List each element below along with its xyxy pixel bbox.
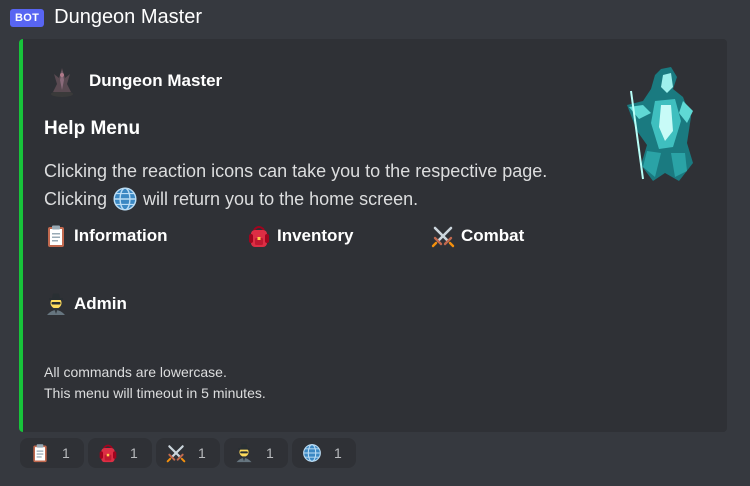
clipboard-icon — [44, 224, 68, 248]
field-information-label: Information — [74, 226, 168, 245]
globe-icon — [302, 443, 322, 463]
field-combat: Combat — [431, 224, 524, 248]
field-inventory-label: Inventory — [277, 226, 354, 245]
dragon-avatar-icon — [51, 68, 73, 97]
field-inventory: Inventory — [247, 224, 354, 248]
backpack-icon — [98, 443, 118, 463]
footer-line-1: All commands are lowercase. — [44, 364, 227, 380]
spy-icon — [44, 292, 68, 316]
description-line-2-end: will return you to the home screen. — [143, 189, 419, 209]
reaction-count: 1 — [130, 445, 138, 461]
reaction-count: 1 — [266, 445, 274, 461]
description-line-1: Clicking the reaction icons can take you… — [44, 161, 548, 181]
reaction-inventory[interactable]: 1 — [88, 438, 152, 468]
description-line-2: Clicking will return you to the home scr… — [44, 185, 547, 213]
reaction-bar: 1 1 1 1 1 — [20, 438, 356, 468]
crossed-swords-icon — [166, 443, 186, 463]
reaction-information[interactable]: 1 — [20, 438, 84, 468]
wizard-thumbnail-image[interactable] — [621, 61, 709, 185]
field-admin: Admin — [44, 292, 127, 316]
bot-username[interactable]: Dungeon Master — [54, 6, 202, 29]
field-combat-label: Combat — [461, 226, 525, 245]
reaction-count: 1 — [62, 445, 70, 461]
field-admin-label: Admin — [74, 294, 127, 313]
reaction-home[interactable]: 1 — [292, 438, 356, 468]
reaction-combat[interactable]: 1 — [156, 438, 220, 468]
bot-tag: BOT — [10, 8, 45, 27]
message-header: BOT Dungeon Master — [10, 6, 202, 29]
embed-author: Dungeon Master — [49, 64, 222, 98]
embed-footer: All commands are lowercase. This menu wi… — [44, 362, 266, 404]
reaction-count: 1 — [334, 445, 342, 461]
spy-icon — [234, 443, 254, 463]
clipboard-icon — [30, 443, 50, 463]
reaction-count: 1 — [198, 445, 206, 461]
embed-author-name: Dungeon Master — [89, 71, 223, 90]
globe-icon — [112, 186, 138, 212]
footer-line-2: This menu will timeout in 5 minutes. — [44, 385, 266, 401]
reaction-admin[interactable]: 1 — [224, 438, 288, 468]
description-line-2-start: Clicking — [44, 189, 108, 209]
field-information: Information — [44, 224, 168, 248]
embed-title: Help Menu — [44, 118, 141, 139]
crossed-swords-icon — [431, 224, 455, 248]
help-embed: Dungeon Master Help Menu Clicking the re… — [19, 39, 727, 432]
backpack-icon — [247, 224, 271, 248]
embed-description: Clicking the reaction icons can take you… — [44, 157, 547, 213]
